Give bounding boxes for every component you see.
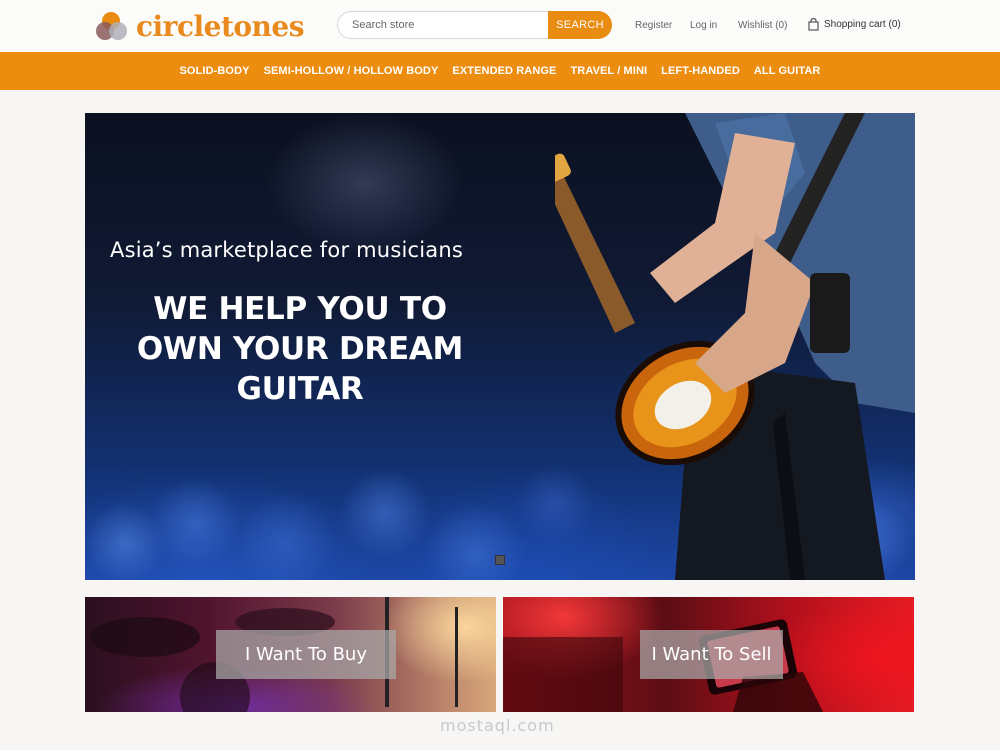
slider-indicator[interactable]: [495, 555, 505, 565]
search-bar: SEARCH: [337, 11, 612, 39]
logo[interactable]: circletones: [94, 8, 304, 44]
buy-tile[interactable]: I Want To Buy: [85, 597, 496, 712]
cart-label: Shopping cart (0): [824, 19, 901, 30]
nav-left-handed[interactable]: LEFT-HANDED: [661, 65, 740, 77]
i-want-to-sell-button[interactable]: I Want To Sell: [640, 630, 783, 679]
guitarist-image: [555, 113, 915, 580]
hero-subtitle: Asia’s marketplace for musicians: [110, 238, 463, 262]
wishlist-link[interactable]: Wishlist (0): [738, 20, 787, 31]
search-input[interactable]: [337, 11, 548, 39]
shopping-bag-icon: [808, 18, 819, 31]
search-button[interactable]: SEARCH: [548, 11, 612, 39]
hero-title: WE HELP YOU TO OWN YOUR DREAM GUITAR: [136, 291, 464, 407]
nav-solid-body[interactable]: SOLID-BODY: [180, 65, 250, 77]
brand-name: circletones: [136, 9, 304, 43]
nav-travel-mini[interactable]: TRAVEL / MINI: [570, 65, 647, 77]
nav-semi-hollow[interactable]: SEMI-HOLLOW / HOLLOW BODY: [264, 65, 439, 77]
sell-tile[interactable]: I Want To Sell: [503, 597, 914, 712]
circles-logo-icon: [96, 12, 127, 40]
site-header: circletones SEARCH Register Log in Wishl…: [0, 0, 1000, 52]
watermark: mostaql.com: [440, 716, 555, 735]
shopping-cart-link[interactable]: Shopping cart (0): [808, 18, 901, 31]
nav-extended-range[interactable]: EXTENDED RANGE: [452, 65, 556, 77]
register-link[interactable]: Register: [635, 20, 672, 31]
hero-banner[interactable]: Asia’s marketplace for musicians WE HELP…: [85, 113, 915, 580]
login-link[interactable]: Log in: [690, 20, 717, 31]
i-want-to-buy-button[interactable]: I Want To Buy: [216, 630, 396, 679]
nav-all-guitar[interactable]: ALL GUITAR: [754, 65, 821, 77]
category-nav: SOLID-BODY SEMI-HOLLOW / HOLLOW BODY EXT…: [0, 52, 1000, 90]
